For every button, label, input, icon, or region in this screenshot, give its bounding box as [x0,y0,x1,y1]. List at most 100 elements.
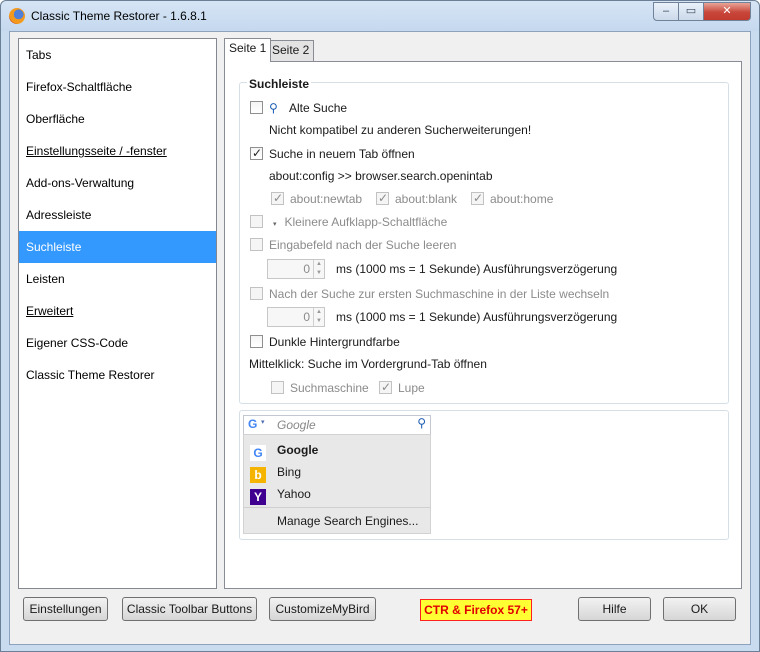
engine-name: Yahoo [277,487,311,501]
google-engine-icon: G [248,417,258,431]
tab-panel: Suchleiste ⚲ Alte Suche Nicht kompatibel … [224,61,742,589]
old-search-label: Alte Suche [289,101,348,115]
sidebar-item-custom-css[interactable]: Eigener CSS-Code [19,327,216,359]
engine-name: Bing [277,465,302,479]
about-config-hint: about:config >> browser.search.openintab [269,169,493,183]
engine-item-google: G Google [250,440,319,461]
dark-bg-option[interactable]: Dunkle Hintergrundfarbe [250,334,400,350]
chevron-down-icon: ▾ [261,419,265,426]
firefox-icon [9,8,25,24]
smaller-dropdown-checkbox [250,215,263,228]
switch-first-label: Nach der Suche zur ersten Suchmaschine i… [269,287,610,301]
title-bar: Classic Theme Restorer - 1.6.8.1 – ▭ ✕ [1,1,759,31]
ctr-firefox-57-link[interactable]: CTR & Firefox 57+ [420,599,532,621]
sidebar-item-label: Classic Theme Restorer [26,368,155,382]
sidebar-item-label: Leisten [26,272,65,286]
sidebar-item-search-bar[interactable]: Suchleiste [19,231,216,263]
smaller-dropdown-option: ▾ Kleinere Aufklapp-Schaltfläche [250,214,447,230]
ok-button[interactable]: OK [663,597,736,621]
delay-1-value: 0 [303,262,310,276]
bing-icon: b [250,467,266,483]
switch-first-option: Nach der Suche zur ersten Suchmaschine i… [250,286,609,302]
engine-dropdown: G Google b Bing Y Yahoo Manage Search Engin… [243,434,431,534]
clear-field-option: Eingabefeld nach der Suche leeren [250,237,456,253]
old-search-checkbox[interactable] [250,101,263,114]
dark-bg-label: Dunkle Hintergrundfarbe [269,335,400,349]
dropdown-arrow-icon: ▾ [273,221,277,228]
new-tab-label: Suche in neuem Tab öffnen [269,147,415,161]
delay-2-label: ms (1000 ms = 1 Sekunde) Ausführungsverz… [336,310,618,324]
minimize-button[interactable]: – [653,2,679,21]
sidebar-item-label: Eigener CSS-Code [26,336,129,350]
help-button[interactable]: Hilfe [578,597,651,621]
new-tab-option[interactable]: Suche in neuem Tab öffnen [250,145,415,162]
yahoo-icon: Y [250,489,266,505]
sidebar-item-advanced[interactable]: Erweitert [19,295,216,327]
dialog-window: Classic Theme Restorer - 1.6.8.1 – ▭ ✕ T… [0,0,760,652]
magnifier-checkbox [379,379,392,395]
magnifier-label: Lupe [398,381,425,395]
groupbox-title: Suchleiste [247,77,312,91]
sidebar-item-address-bar[interactable]: Adressleiste [19,199,216,231]
category-list[interactable]: Tabs Firefox-Schaltfläche Oberfläche Ein… [18,38,217,589]
old-search-option[interactable]: ⚲ Alte Suche [250,100,347,116]
incompat-note: Nicht kompatibel zu anderen Sucherweiter… [269,123,532,137]
new-tab-checkbox[interactable] [250,145,263,161]
google-icon: G [250,445,266,461]
sidebar-item-addons[interactable]: Add-ons-Verwaltung [19,167,216,199]
dark-bg-checkbox[interactable] [250,335,263,348]
about-blank-option: about:blank [376,190,458,207]
sidebar-item-label: Tabs [26,48,52,62]
maximize-button[interactable]: ▭ [678,2,704,21]
sidebar-item-label: Oberfläche [26,112,85,126]
sidebar-item-label: Suchleiste [26,240,82,254]
sidebar-item-toolbars[interactable]: Leisten [19,263,216,295]
sidebar-item-label: Firefox-Schaltfläche [26,80,133,94]
engine-item-yahoo: Y Yahoo [250,484,311,505]
customize-my-bird-button[interactable]: CustomizeMyBird [269,597,376,621]
clear-field-checkbox [250,238,263,251]
stepper-arrows-icon: ▲ ▼ [313,260,324,278]
client-area: Tabs Firefox-Schaltfläche Oberfläche Ein… [9,31,751,645]
sidebar-item-label: Einstellungsseite / -fenster [26,144,167,158]
engine-name: Google [277,443,319,457]
classic-toolbar-buttons-button[interactable]: Classic Toolbar Buttons [122,597,257,621]
clear-field-label: Eingabefeld nach der Suche leeren [269,238,457,252]
sidebar-item-label: Erweitert [26,304,74,318]
tab-page-2[interactable]: Seite 2 [267,40,315,61]
middle-click-label: Mittelklick: Suche im Vordergrund-Tab öf… [249,357,487,371]
delay-1-label: ms (1000 ms = 1 Sekunde) Ausführungsverz… [336,262,618,276]
sidebar-item-firefox-button[interactable]: Firefox-Schaltfläche [19,71,216,103]
engine-label: Suchmaschine [290,381,369,395]
switch-first-checkbox [250,287,263,300]
sidebar-item-ctr[interactable]: Classic Theme Restorer [19,359,216,391]
magnifier-option: Lupe [379,379,425,396]
stepper-arrows-icon: ▲ ▼ [313,308,324,326]
sidebar-item-label: Adressleiste [26,208,92,222]
engine-item-bing: b Bing [250,462,302,483]
about-home-label: about:home [490,192,554,206]
delay-2-stepper: 0 ▲ ▼ [267,307,325,327]
preview-search-box: G ▾ Google ⚲ [243,415,431,435]
window-title: Classic Theme Restorer - 1.6.8.1 [31,9,207,23]
sidebar-item-surface[interactable]: Oberfläche [19,103,216,135]
search-preview: G ▾ Google ⚲ G Google b Bing Y Yahoo Man… [239,410,729,540]
search-placeholder: Google [277,418,316,432]
engine-checkbox [271,381,284,394]
about-blank-label: about:blank [395,192,458,206]
delay-2-value: 0 [303,310,310,324]
about-home-option: about:home [471,190,554,207]
sidebar-item-settings-page[interactable]: Einstellungsseite / -fenster [19,135,216,167]
manage-engines-item: Manage Search Engines... [277,514,419,528]
search-icon: ⚲ [417,416,426,430]
about-newtab-checkbox [271,190,284,206]
delay-1-stepper: 0 ▲ ▼ [267,259,325,279]
about-newtab-label: about:newtab [290,192,363,206]
engine-option: Suchmaschine [271,380,369,396]
tab-page-1[interactable]: Seite 1 [224,38,272,62]
settings-button[interactable]: Einstellungen [23,597,108,621]
about-newtab-option: about:newtab [271,190,363,207]
sidebar-item-tabs[interactable]: Tabs [19,39,216,71]
smaller-dropdown-label: Kleinere Aufklapp-Schaltfläche [284,215,448,229]
close-button[interactable]: ✕ [703,2,751,21]
